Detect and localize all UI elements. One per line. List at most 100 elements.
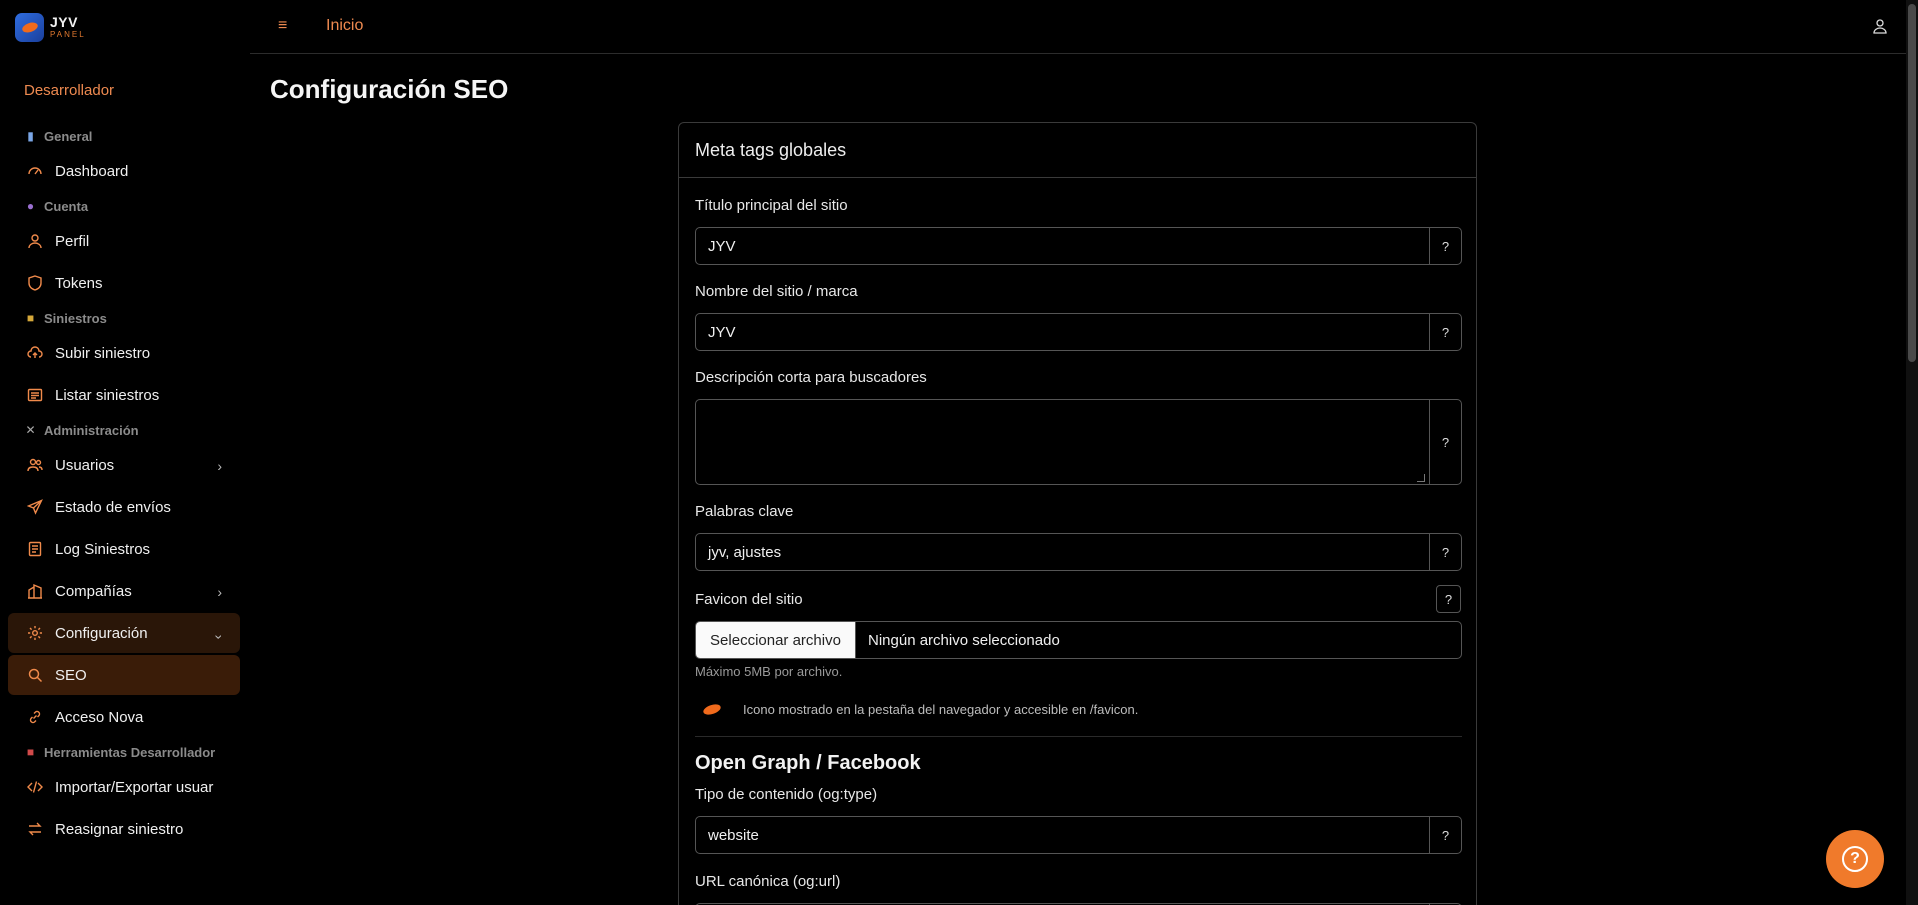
sidebar-item-estado-envios[interactable]: Estado de envíos — [8, 487, 240, 527]
user-icon — [27, 233, 43, 249]
og-type-help-button[interactable]: ? — [1430, 817, 1461, 853]
section-herramientas: ■ Herramientas Desarrollador — [0, 739, 248, 766]
og-type-label: Tipo de contenido (og:type) — [695, 786, 878, 803]
app: JYV PANEL Desarrollador ▮ General Dashbo… — [0, 0, 1918, 905]
meta-tags-card: Meta tags globales Título principal del … — [678, 122, 1477, 905]
search-icon — [27, 667, 43, 683]
sidebar-item-acceso-nova[interactable]: Acceso Nova — [8, 697, 240, 737]
sidebar-item-label: Reasignar siniestro — [55, 820, 184, 838]
brand[interactable]: JYV PANEL — [15, 11, 86, 43]
user-role: Desarrollador — [24, 82, 115, 99]
chart-icon: ▮ — [27, 129, 34, 143]
sidebar-item-label: Listar siniestros — [55, 386, 160, 404]
chevron-right-icon: › — [217, 584, 222, 600]
folder-icon: ■ — [26, 311, 35, 325]
description-help-button[interactable]: ? — [1430, 400, 1461, 484]
chevron-down-icon: › — [211, 634, 228, 640]
site-name-input[interactable]: JYV — [696, 314, 1430, 350]
sidebar-item-seo[interactable]: SEO — [8, 655, 240, 695]
title-input[interactable]: JYV — [696, 228, 1430, 264]
sidebar-item-importar-exportar[interactable]: Importar/Exportar usuar — [8, 767, 240, 807]
scrollbar-thumb[interactable] — [1908, 4, 1916, 362]
section-general: ▮ General — [0, 123, 248, 150]
sidebar-item-usuarios[interactable]: Usuarios › — [8, 445, 240, 485]
page-scrollbar[interactable] — [1906, 0, 1918, 905]
menu-toggle-icon[interactable]: ≡ — [278, 17, 287, 35]
cloud-upload-icon — [27, 345, 43, 361]
home-link[interactable]: Inicio — [326, 17, 363, 35]
question-icon: ? — [1842, 846, 1868, 872]
sidebar-item-reasignar[interactable]: Reasignar siniestro — [8, 809, 240, 849]
sidebar-item-label: Tokens — [55, 274, 103, 292]
user-icon: ● — [26, 199, 35, 213]
og-url-label: URL canónica (og:url) — [695, 873, 841, 890]
site-name-help-button[interactable]: ? — [1430, 314, 1461, 350]
favicon-preview-icon — [702, 701, 722, 717]
page-title: Configuración SEO — [270, 74, 509, 104]
og-type-input-group: website ? — [695, 816, 1462, 854]
sidebar-item-label: Estado de envíos — [55, 498, 171, 516]
topbar: ≡ Inicio — [250, 0, 1906, 54]
sidebar-item-label: Acceso Nova — [55, 708, 144, 726]
sidebar-item-label: Dashboard — [55, 162, 129, 180]
sidebar: JYV PANEL Desarrollador ▮ General Dashbo… — [0, 0, 248, 905]
keywords-label: Palabras clave — [695, 503, 794, 520]
sidebar-item-configuracion[interactable]: Configuración › — [8, 613, 240, 653]
keywords-input-group: jyv, ajustes ? — [695, 533, 1462, 571]
keywords-input[interactable]: jyv, ajustes — [696, 534, 1430, 570]
site-name-label: Nombre del sitio / marca — [695, 283, 858, 300]
log-icon — [27, 541, 43, 557]
brand-name: JYV — [50, 14, 78, 30]
favicon-label: Favicon del sitio — [695, 591, 803, 608]
keywords-help-button[interactable]: ? — [1430, 534, 1461, 570]
user-menu-icon[interactable] — [1872, 18, 1888, 34]
resize-handle-icon[interactable] — [1417, 474, 1425, 482]
favicon-description: Icono mostrado en la pestaña del navegad… — [743, 701, 1139, 717]
swap-icon — [27, 821, 43, 837]
sidebar-item-dashboard[interactable]: Dashboard — [8, 151, 240, 191]
sidebar-item-label: Compañías — [55, 582, 132, 600]
building-icon — [27, 583, 43, 599]
tools-icon: ✕ — [25, 423, 36, 437]
divider — [695, 736, 1462, 737]
code-icon — [27, 779, 43, 795]
sidebar-item-subir-siniestro[interactable]: Subir siniestro — [8, 333, 240, 373]
gear-icon — [27, 625, 43, 641]
title-input-group: JYV ? — [695, 227, 1462, 265]
title-label: Título principal del sitio — [695, 197, 848, 214]
favicon-hint: Máximo 5MB por archivo. — [695, 664, 843, 679]
sidebar-item-label: Configuración — [55, 624, 148, 642]
og-type-input[interactable]: website — [696, 817, 1430, 853]
card-header: Meta tags globales — [679, 123, 1476, 178]
sidebar-item-listar-siniestros[interactable]: Listar siniestros — [8, 375, 240, 415]
link-icon — [27, 709, 43, 725]
sidebar-item-companias[interactable]: Compañías › — [8, 571, 240, 611]
toolbox-icon: ■ — [26, 745, 35, 759]
send-icon — [27, 499, 43, 515]
favicon-file-input[interactable]: Seleccionar archivo Ningún archivo selec… — [695, 621, 1462, 659]
list-icon — [27, 387, 43, 403]
sidebar-item-label: Subir siniestro — [55, 344, 151, 362]
description-label: Descripción corta para buscadores — [695, 369, 927, 386]
og-heading: Open Graph / Facebook — [695, 752, 921, 774]
sidebar-item-label: Log Siniestros — [55, 540, 151, 558]
title-help-button[interactable]: ? — [1430, 228, 1461, 264]
sidebar-item-perfil[interactable]: Perfil — [8, 221, 240, 261]
select-file-button[interactable]: Seleccionar archivo — [696, 622, 856, 658]
sidebar-item-tokens[interactable]: Tokens — [8, 263, 240, 303]
sidebar-nav: ▮ General Dashboard ● Cuenta Perfil Toke… — [0, 123, 248, 851]
description-input-group: ? — [695, 399, 1462, 485]
section-administracion: ✕ Administración — [0, 417, 248, 444]
gauge-icon — [27, 163, 43, 179]
section-cuenta: ● Cuenta — [0, 193, 248, 220]
site-name-input-group: JYV ? — [695, 313, 1462, 351]
chevron-right-icon: › — [217, 458, 222, 474]
sidebar-item-label: Usuarios — [55, 456, 115, 474]
favicon-help-button[interactable]: ? — [1436, 585, 1461, 613]
sidebar-item-log-siniestros[interactable]: Log Siniestros — [8, 529, 240, 569]
help-fab-button[interactable]: ? — [1826, 830, 1884, 888]
brand-sub: PANEL — [50, 30, 86, 39]
sidebar-item-label: Perfil — [55, 232, 90, 250]
description-textarea[interactable] — [696, 400, 1430, 484]
file-status: Ningún archivo seleccionado — [868, 631, 1060, 649]
